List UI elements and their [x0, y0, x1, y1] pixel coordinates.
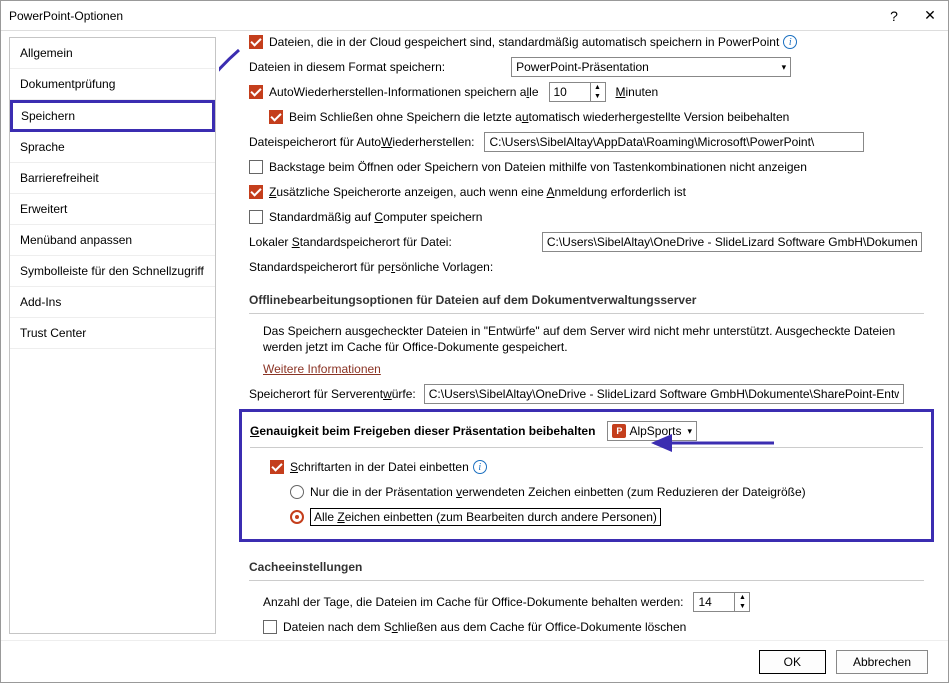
delete-on-close-label: Dateien nach dem Schließen aus dem Cache… [283, 620, 686, 634]
show-additional-label: Zusätzliche Speicherorte anzeigen, auch … [269, 185, 686, 199]
ok-button[interactable]: OK [759, 650, 826, 674]
server-drafts-input[interactable] [424, 384, 904, 404]
delete-on-close-checkbox[interactable] [263, 620, 277, 634]
offline-note: Das Speichern ausgecheckter Dateien in "… [263, 324, 924, 355]
options-sidebar: Allgemein Dokumentprüfung Speichern Spra… [9, 37, 216, 634]
embed-all-label: Alle Zeichen einbetten (zum Bearbeiten d… [310, 508, 661, 526]
cache-days-label: Anzahl der Tage, die Dateien im Cache fü… [263, 595, 683, 609]
local-default-loc-input[interactable] [542, 232, 922, 252]
embed-fonts-row: Schriftarten in der Datei einbetten i [270, 456, 923, 478]
sidebar-item-addins[interactable]: Add-Ins [10, 287, 215, 318]
autorecover-minutes-spinner[interactable]: ▲▼ [549, 82, 606, 102]
sidebar-item-language[interactable]: Sprache [10, 132, 215, 163]
autorecover-loc-row: Dateispeicherort für AutoWiederherstelle… [249, 131, 924, 153]
embed-only-used-radio[interactable] [290, 485, 304, 499]
cache-days-input[interactable] [693, 592, 735, 612]
sidebar-item-proofing[interactable]: Dokumentprüfung [10, 69, 215, 100]
save-format-value: PowerPoint-Präsentation [516, 60, 649, 74]
autorecover-loc-input[interactable] [484, 132, 864, 152]
more-info-row: Weitere Informationen [263, 358, 924, 380]
autorecover-loc-label: Dateispeicherort für AutoWiederherstelle… [249, 135, 474, 149]
sidebar-item-general[interactable]: Allgemein [10, 38, 215, 69]
fidelity-presentation-value: AlpSports [629, 424, 681, 438]
info-icon[interactable]: i [473, 460, 487, 474]
sidebar-item-ribbon[interactable]: Menüband anpassen [10, 225, 215, 256]
sidebar-item-accessibility[interactable]: Barrierefreiheit [10, 163, 215, 194]
show-additional-row: Zusätzliche Speicherorte anzeigen, auch … [249, 181, 924, 203]
autorecover-row: AutoWiederherstellen-Informationen speic… [249, 81, 924, 103]
sidebar-item-quickaccess[interactable]: Symbolleiste für den Schnellzugriff [10, 256, 215, 287]
personal-templates-label: Standardspeicherort für persönliche Vorl… [249, 260, 493, 274]
spin-up-icon[interactable]: ▲ [735, 593, 749, 602]
save-to-computer-checkbox[interactable] [249, 210, 263, 224]
no-backstage-checkbox[interactable] [249, 160, 263, 174]
embed-only-used-row: Nur die in der Präsentation verwendeten … [290, 481, 923, 503]
section-cache-heading: Cacheeinstellungen [249, 548, 924, 581]
embed-all-row: Alle Zeichen einbetten (zum Bearbeiten d… [290, 506, 923, 528]
fidelity-highlight-box: Genauigkeit beim Freigeben dieser Präsen… [239, 409, 934, 542]
local-default-loc-label: Lokaler Standardspeicherort für Datei: [249, 235, 452, 249]
cancel-button[interactable]: Abbrechen [836, 650, 928, 674]
embed-fonts-label: Schriftarten in der Datei einbetten [290, 460, 469, 474]
embed-fonts-checkbox[interactable] [270, 460, 284, 474]
server-drafts-label: Speicherort für Serverentwürfe: [249, 387, 416, 401]
cache-days-row: Anzahl der Tage, die Dateien im Cache fü… [263, 591, 924, 613]
help-button[interactable]: ? [876, 1, 912, 31]
sidebar-item-advanced[interactable]: Erweitert [10, 194, 215, 225]
title-bar: PowerPoint-Optionen ? ✕ [1, 1, 948, 31]
save-format-label: Dateien in diesem Format speichern: [249, 60, 445, 74]
save-format-dropdown[interactable]: PowerPoint-Präsentation ▾ [511, 57, 791, 77]
more-info-link[interactable]: Weitere Informationen [263, 362, 381, 376]
server-drafts-row: Speicherort für Serverentwürfe: [249, 383, 924, 405]
cloud-autosave-row: Dateien, die in der Cloud gespeichert si… [249, 35, 924, 53]
autorecover-unit: Minuten [616, 85, 659, 99]
section-offline-heading: Offlinebearbeitungsoptionen für Dateien … [249, 281, 924, 314]
keep-last-autosave-row: Beim Schließen ohne Speichern die letzte… [269, 106, 924, 128]
powerpoint-icon: P [612, 424, 626, 438]
autorecover-minutes-input[interactable] [549, 82, 591, 102]
spin-down-icon[interactable]: ▼ [735, 602, 749, 611]
section-fidelity-heading-row: Genauigkeit beim Freigeben dieser Präsen… [250, 421, 923, 448]
autorecover-label: AutoWiederherstellen-Informationen speic… [269, 85, 539, 99]
info-icon[interactable]: i [783, 35, 797, 49]
chevron-down-icon: ▾ [782, 62, 787, 73]
cloud-autosave-checkbox[interactable] [249, 35, 263, 49]
chevron-down-icon: ▾ [687, 426, 692, 437]
fidelity-presentation-dropdown[interactable]: P AlpSports ▾ [607, 421, 697, 441]
personal-templates-row: Standardspeicherort für persönliche Vorl… [249, 256, 924, 278]
spin-down-icon[interactable]: ▼ [591, 92, 605, 101]
no-backstage-row: Backstage beim Öffnen oder Speichern von… [249, 156, 924, 178]
keep-last-autosave-checkbox[interactable] [269, 110, 283, 124]
dialog-footer: OK Abbrechen [1, 640, 948, 682]
save-to-computer-label: Standardmäßig auf Computer speichern [269, 210, 482, 224]
save-format-row: Dateien in diesem Format speichern: Powe… [249, 56, 924, 78]
sidebar-item-trustcenter[interactable]: Trust Center [10, 318, 215, 349]
cloud-autosave-label: Dateien, die in der Cloud gespeichert si… [269, 35, 779, 49]
no-backstage-label: Backstage beim Öffnen oder Speichern von… [269, 160, 807, 174]
save-to-computer-row: Standardmäßig auf Computer speichern [249, 206, 924, 228]
section-fidelity-heading: Genauigkeit beim Freigeben dieser Präsen… [250, 424, 595, 438]
delete-on-close-row: Dateien nach dem Schließen aus dem Cache… [263, 616, 924, 638]
options-content: Dateien, die in der Cloud gespeichert si… [219, 35, 948, 640]
local-default-loc-row: Lokaler Standardspeicherort für Datei: [249, 231, 924, 253]
keep-last-autosave-label: Beim Schließen ohne Speichern die letzte… [289, 110, 789, 124]
embed-only-used-label: Nur die in der Präsentation verwendeten … [310, 485, 806, 499]
sidebar-item-save[interactable]: Speichern [10, 100, 215, 132]
show-additional-checkbox[interactable] [249, 185, 263, 199]
close-button[interactable]: ✕ [912, 1, 948, 31]
dialog-title: PowerPoint-Optionen [9, 9, 876, 23]
autorecover-checkbox[interactable] [249, 85, 263, 99]
spin-up-icon[interactable]: ▲ [591, 83, 605, 92]
cache-days-spinner[interactable]: ▲▼ [693, 592, 750, 612]
embed-all-radio[interactable] [290, 510, 304, 524]
